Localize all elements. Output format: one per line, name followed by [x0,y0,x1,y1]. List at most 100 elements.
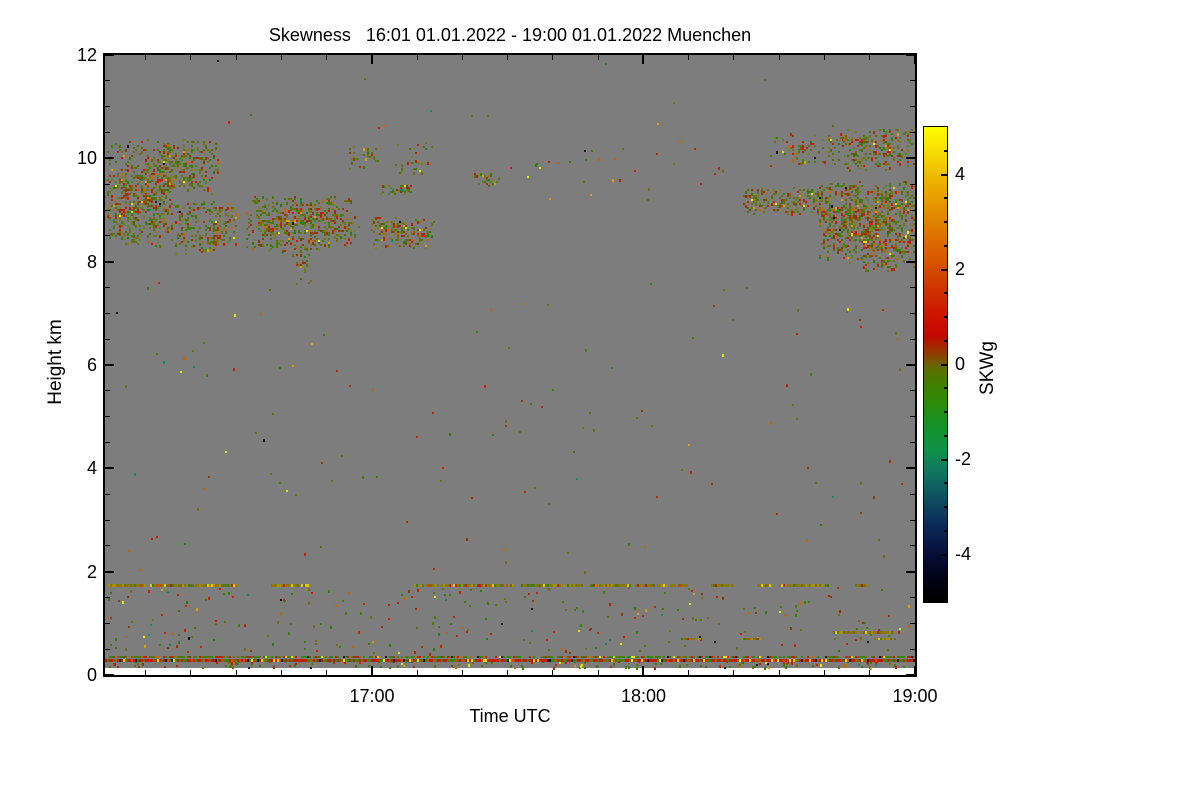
y-tick [105,183,110,185]
y-tick [910,209,915,211]
y-tick [105,235,110,237]
colorbar-tick [941,458,947,461]
colorbar-minor-tick [944,149,947,152]
colorbar-minor-tick [944,316,947,318]
colorbar-tick [941,363,947,366]
y-tick-label: 10 [76,148,97,169]
x-tick [190,670,192,675]
colorbar-minor-tick [944,529,947,532]
y-tick [910,519,915,521]
colorbar-tick-label: 2 [955,258,966,279]
y-tick [105,106,110,108]
x-tick [370,666,373,675]
x-tick [507,55,509,60]
y-tick [105,442,110,443]
y-tick [105,312,110,314]
colorbar-tick [941,268,947,271]
x-tick [733,670,735,675]
colorbar-tick [941,173,947,176]
x-tick [235,670,237,675]
x-tick [461,55,463,60]
colorbar-title: SKWg [977,341,998,395]
y-tick [910,106,915,108]
y-tick [910,287,915,288]
y-tick [105,338,110,340]
x-tick [869,55,871,60]
x-tick [461,670,463,675]
y-tick [105,54,114,56]
x-tick [642,666,645,675]
x-tick [145,55,147,60]
colorbar-minor-tick [944,411,947,413]
figure: Skewness 16:01 01.01.2022 - 19:00 01.01.… [0,0,1200,800]
y-tick [906,467,915,470]
y-tick [906,54,915,56]
x-tick [597,55,599,60]
colorbar-minor-tick [944,244,947,247]
y-tick [910,338,915,340]
y-tick [910,648,915,650]
x-tick [280,670,282,675]
x-tick [552,670,554,675]
y-tick [910,442,915,443]
colorbar-tick-label: -4 [955,543,972,564]
colorbar-tick-label: -2 [955,448,972,469]
y-tick [910,80,915,82]
colorbar-minor-tick [944,434,947,437]
y-tick [910,235,915,237]
y-tick [910,416,915,418]
x-tick-label: 19:00 [892,686,938,706]
x-tick [688,55,690,60]
colorbar-minor-tick [944,339,947,342]
x-tick [869,670,871,675]
chart-title: Skewness 16:01 01.01.2022 - 19:00 01.01.… [268,25,752,45]
x-tick [642,55,645,64]
y-tick [910,493,915,495]
y-tick [105,209,110,211]
x-tick-label: 17:00 [349,686,395,706]
x-tick [416,670,418,675]
y-tick [105,80,110,82]
x-tick [280,55,282,60]
colorbar-minor-tick [944,197,947,200]
y-tick [906,260,915,263]
y-tick [105,364,114,366]
y-tick [906,674,915,676]
y-tick [105,648,110,650]
x-tick [326,55,328,60]
y-tick [910,597,915,598]
x-tick [552,55,554,60]
y-tick-label: 4 [86,458,97,479]
colorbar [923,126,948,603]
y-tick [105,157,114,160]
y-tick-label: 6 [86,355,97,375]
colorbar-minor-tick [944,292,947,295]
x-tick [823,670,825,675]
x-tick [914,55,916,64]
y-tick [906,157,915,160]
x-tick [190,55,192,60]
x-tick [733,55,735,60]
y-tick [105,390,110,392]
y-tick [910,312,915,314]
y-tick [105,519,110,521]
x-tick [326,670,328,675]
y-tick [910,390,915,392]
colorbar-tick [941,553,947,556]
x-tick [823,55,825,60]
x-tick [597,670,599,675]
y-tick [105,597,110,598]
colorbar-tick-label: 4 [955,163,966,184]
colorbar-minor-tick [944,577,947,580]
skewness-field-canvas [105,55,915,675]
y-tick [105,570,114,573]
y-tick [105,260,114,263]
x-tick [688,670,690,675]
y-tick-label: 12 [76,45,97,65]
x-tick [778,55,780,60]
y-tick [105,622,110,624]
y-tick [105,545,110,547]
x-axis-title: Time UTC [469,706,551,726]
y-tick [910,132,915,133]
x-tick [416,55,418,60]
